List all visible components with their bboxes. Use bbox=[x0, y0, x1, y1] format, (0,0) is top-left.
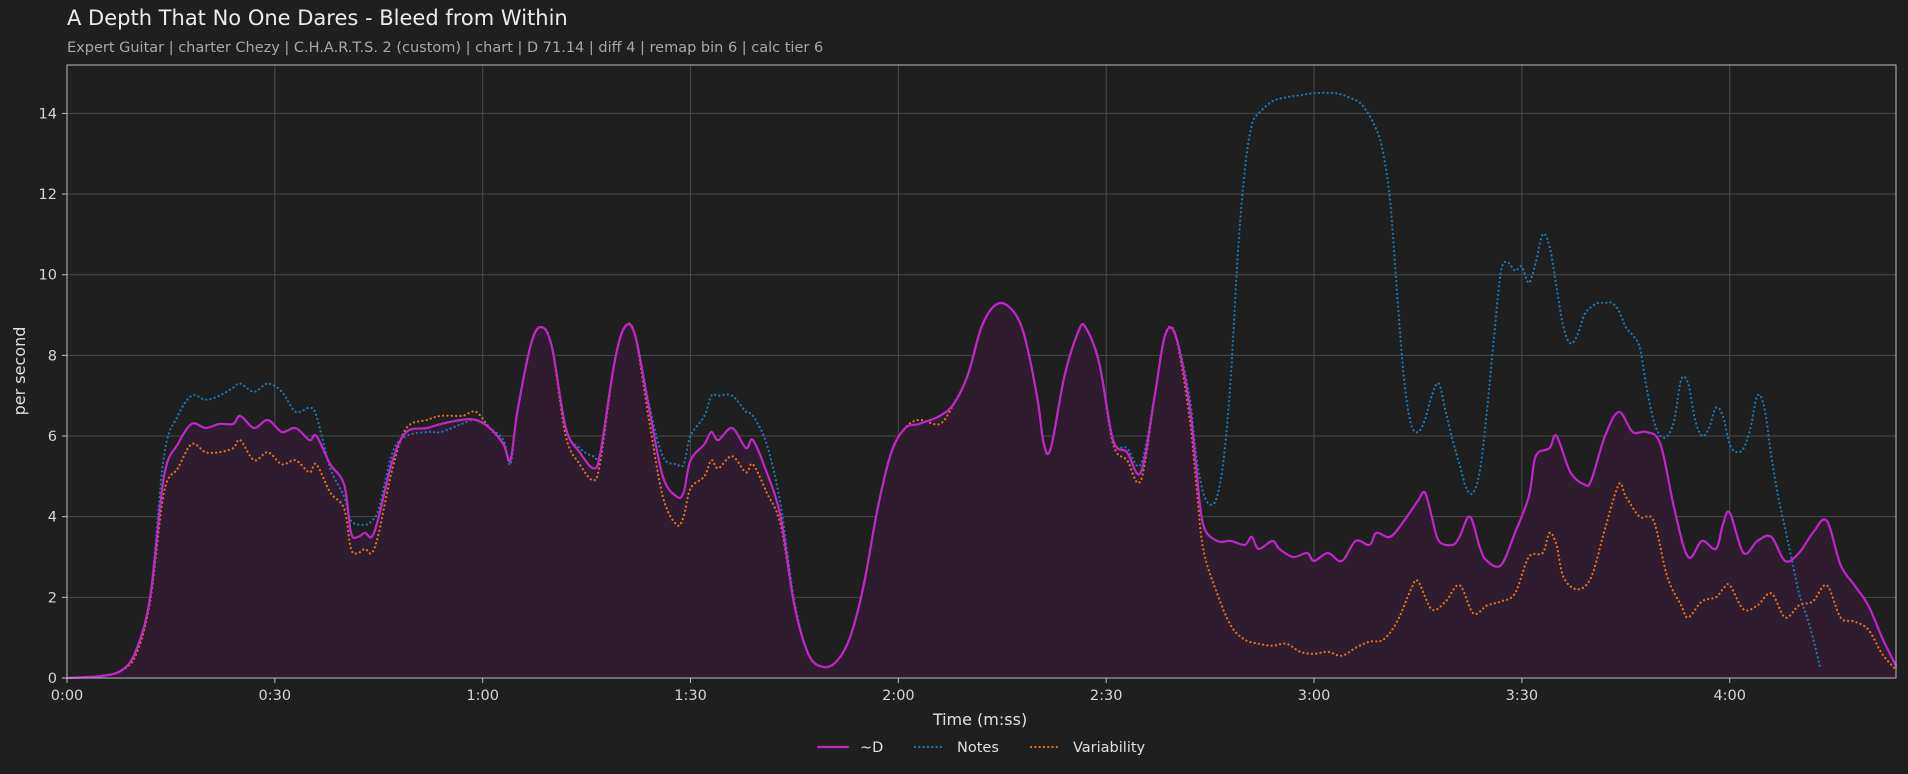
fill-area bbox=[67, 302, 1896, 678]
y-axis-label: per second bbox=[10, 327, 29, 416]
x-tick-label: 2:30 bbox=[1090, 688, 1123, 704]
y-tick-label: 4 bbox=[48, 510, 57, 526]
x-tick-label: 0:30 bbox=[259, 688, 292, 704]
x-tick-label: 1:00 bbox=[466, 688, 499, 704]
x-tick-label: 3:30 bbox=[1506, 688, 1539, 704]
legend-label: Notes bbox=[957, 740, 999, 756]
y-tick-label: 2 bbox=[48, 590, 57, 606]
x-tick-label: 2:00 bbox=[882, 688, 915, 704]
legend: ~D Notes Variability bbox=[816, 740, 1146, 756]
legend-label: ~D bbox=[860, 740, 883, 756]
y-tick-label: 14 bbox=[39, 106, 57, 122]
y-tick-label: 8 bbox=[48, 348, 57, 364]
x-tick-label: 4:00 bbox=[1713, 688, 1746, 704]
x-axis-label: Time (m:ss) bbox=[932, 710, 1027, 729]
area-fill bbox=[67, 302, 1896, 678]
y-tick-label: 10 bbox=[39, 268, 57, 284]
x-tick-label: 3:00 bbox=[1298, 688, 1331, 704]
y-tick-label: 6 bbox=[48, 429, 57, 445]
y-tick-label: 0 bbox=[48, 671, 57, 687]
y-tick-label: 12 bbox=[39, 187, 57, 203]
x-tick-label: 0:00 bbox=[51, 688, 84, 704]
x-tick-label: 1:30 bbox=[674, 688, 707, 704]
line-chart: 0:00 0:30 1:00 1:30 2:00 2:30 3:00 3:30 4:00 0 2 4 6… bbox=[10, 64, 1898, 756]
legend-label: Variability bbox=[1073, 740, 1146, 756]
